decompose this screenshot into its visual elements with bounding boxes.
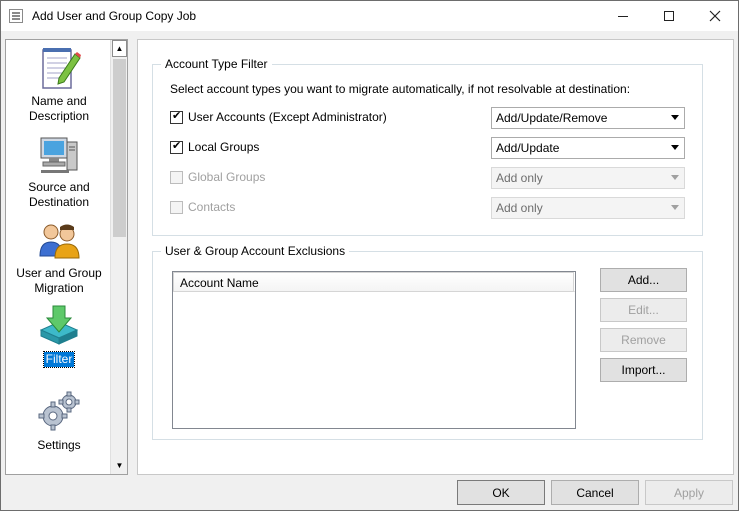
chevron-up-icon: ▲ bbox=[115, 44, 124, 53]
account-type-filter-legend: Account Type Filter bbox=[161, 57, 272, 71]
nav-item-name-description[interactable]: Name and Description bbox=[6, 44, 112, 124]
dropdown-arrow-icon bbox=[671, 115, 679, 120]
remove-exclusion-button[interactable]: Remove bbox=[600, 328, 687, 352]
add-exclusion-button[interactable]: Add... bbox=[600, 268, 687, 292]
global-groups-mode-value: Add only bbox=[496, 171, 543, 185]
close-icon bbox=[709, 10, 721, 22]
maximize-icon bbox=[664, 11, 674, 21]
contacts-mode-value: Add only bbox=[496, 201, 543, 215]
global-groups-checkbox[interactable] bbox=[170, 170, 183, 184]
contacts-mode-select[interactable]: Add only bbox=[491, 197, 685, 219]
contacts-label: Contacts bbox=[188, 200, 236, 214]
cancel-button[interactable]: Cancel bbox=[551, 480, 639, 505]
filter-panel: Account Type Filter Select account types… bbox=[137, 39, 734, 475]
user-accounts-mode-select[interactable]: Add/Update/Remove bbox=[491, 107, 685, 129]
app-icon bbox=[9, 9, 23, 23]
contacts-checkbox[interactable] bbox=[170, 200, 183, 214]
title-bar: Add User and Group Copy Job bbox=[1, 1, 738, 31]
account-exclusions-legend: User & Group Account Exclusions bbox=[161, 244, 350, 258]
close-button[interactable] bbox=[692, 1, 738, 31]
nav-label-user-group-migration: User and Group Migration bbox=[16, 266, 102, 295]
minimize-icon bbox=[618, 15, 628, 17]
exclusions-list[interactable]: Account Name bbox=[172, 271, 576, 429]
column-header-account-name[interactable]: Account Name bbox=[173, 272, 574, 292]
nav-item-source-destination[interactable]: Source and Destination bbox=[6, 130, 112, 210]
global-groups-mode-select[interactable]: Add only bbox=[491, 167, 685, 189]
nav-label-filter: Filter bbox=[42, 351, 76, 368]
exclusions-list-header: Account Name bbox=[173, 272, 575, 292]
window-title: Add User and Group Copy Job bbox=[32, 9, 197, 23]
scroll-thumb[interactable] bbox=[113, 59, 126, 237]
global-groups-label: Global Groups bbox=[188, 170, 266, 184]
chevron-down-icon: ▼ bbox=[115, 461, 124, 470]
account-exclusions-group: User & Group Account Exclusions Account … bbox=[152, 244, 703, 440]
nav-item-user-group-migration[interactable]: User and Group Migration bbox=[6, 216, 112, 296]
dialog-window: Add User and Group Copy Job Name and Des… bbox=[0, 0, 739, 511]
nav-scrollbar[interactable]: ▲ ▼ bbox=[110, 40, 127, 474]
nav-label-source-destination: Source and Destination bbox=[28, 180, 90, 209]
user-accounts-label: User Accounts (Except Administrator) bbox=[188, 110, 387, 124]
dropdown-arrow-icon bbox=[671, 145, 679, 150]
import-exclusions-button[interactable]: Import... bbox=[600, 358, 687, 382]
filter-arrow-icon bbox=[39, 305, 79, 345]
nav-item-filter[interactable]: Filter bbox=[6, 302, 112, 368]
local-groups-checkbox[interactable] bbox=[170, 139, 183, 154]
users-icon bbox=[39, 224, 80, 259]
user-accounts-mode-value: Add/Update/Remove bbox=[496, 111, 608, 125]
local-groups-checkbox-row[interactable]: Local Groups bbox=[170, 139, 260, 154]
account-type-description: Select account types you want to migrate… bbox=[170, 82, 631, 96]
local-groups-mode-select[interactable]: Add/Update bbox=[491, 137, 685, 159]
gears-icon bbox=[38, 391, 80, 431]
contacts-checkbox-row[interactable]: Contacts bbox=[170, 200, 235, 214]
computer-icon bbox=[40, 137, 78, 173]
scroll-up-button[interactable]: ▲ bbox=[112, 40, 127, 57]
nav-label-name-description: Name and Description bbox=[28, 94, 90, 123]
edit-exclusion-button[interactable]: Edit... bbox=[600, 298, 687, 322]
user-accounts-checkbox[interactable] bbox=[170, 109, 183, 124]
ok-button[interactable]: OK bbox=[457, 480, 545, 505]
minimize-button[interactable] bbox=[600, 1, 646, 31]
user-accounts-checkbox-row[interactable]: User Accounts (Except Administrator) bbox=[170, 109, 387, 124]
nav-item-settings[interactable]: Settings bbox=[6, 388, 112, 453]
notepad-pencil-icon bbox=[42, 48, 81, 89]
nav-label-settings: Settings bbox=[37, 438, 81, 452]
account-type-filter-group: Account Type Filter Select account types… bbox=[152, 57, 703, 236]
scroll-down-button[interactable]: ▼ bbox=[112, 457, 127, 474]
local-groups-label: Local Groups bbox=[188, 140, 260, 154]
local-groups-mode-value: Add/Update bbox=[496, 141, 560, 155]
dropdown-arrow-icon bbox=[671, 205, 679, 210]
wizard-nav: Name and Description Source and Destinat… bbox=[5, 39, 128, 475]
dropdown-arrow-icon bbox=[671, 175, 679, 180]
maximize-button[interactable] bbox=[646, 1, 692, 31]
global-groups-checkbox-row[interactable]: Global Groups bbox=[170, 170, 265, 184]
apply-button[interactable]: Apply bbox=[645, 480, 733, 505]
